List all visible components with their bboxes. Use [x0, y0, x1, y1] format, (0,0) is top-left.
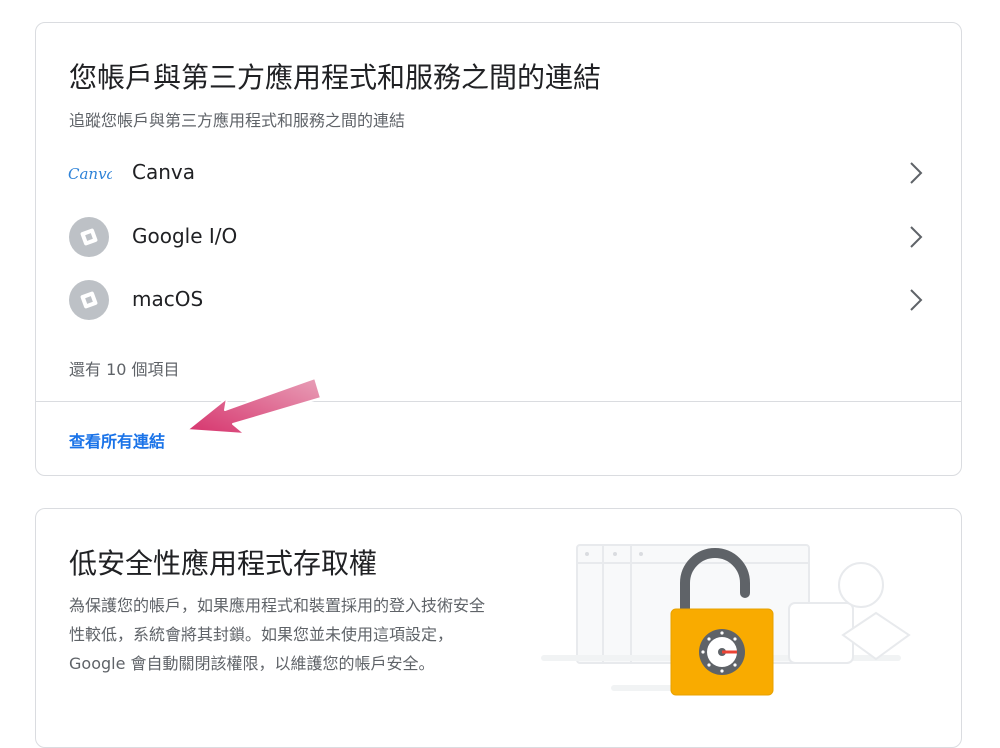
- pink-arrow-pointer-icon: [186, 377, 322, 435]
- section-title: 您帳戶與第三方應用程式和服務之間的連結: [69, 61, 602, 94]
- connection-item-canva[interactable]: Canva Canva: [36, 141, 961, 205]
- view-all-connections-link[interactable]: 查看所有連結: [69, 428, 165, 452]
- connection-label: Canva: [132, 160, 195, 184]
- app-icon: [69, 280, 109, 320]
- canva-logo-icon: Canva: [68, 165, 112, 183]
- app-icon: [69, 217, 109, 257]
- chevron-right-icon: [910, 162, 923, 184]
- svg-text:Canva: Canva: [68, 165, 112, 183]
- chevron-right-icon: [910, 289, 923, 311]
- connection-label: macOS: [132, 287, 204, 311]
- more-items-count: 還有 10 個項目: [69, 360, 180, 379]
- connection-item-macos[interactable]: macOS: [36, 268, 961, 332]
- connection-label: Google I/O: [132, 224, 238, 248]
- section-description: 為保護您的帳戶，如果應用程式和裝置採用的登入技術安全性較低，系統會將其封鎖。如果…: [69, 596, 486, 673]
- chevron-right-icon: [910, 226, 923, 248]
- section-title: 低安全性應用程式存取權: [69, 547, 378, 580]
- connection-item-google-io[interactable]: Google I/O: [36, 205, 961, 269]
- section-subtitle: 追蹤您帳戶與第三方應用程式和服務之間的連結: [69, 111, 406, 130]
- less-secure-app-access-card: 低安全性應用程式存取權 為保護您的帳戶，如果應用程式和裝置採用的登入技術安全性較…: [35, 508, 962, 748]
- unlocked-padlock-illustration-icon: [541, 544, 911, 696]
